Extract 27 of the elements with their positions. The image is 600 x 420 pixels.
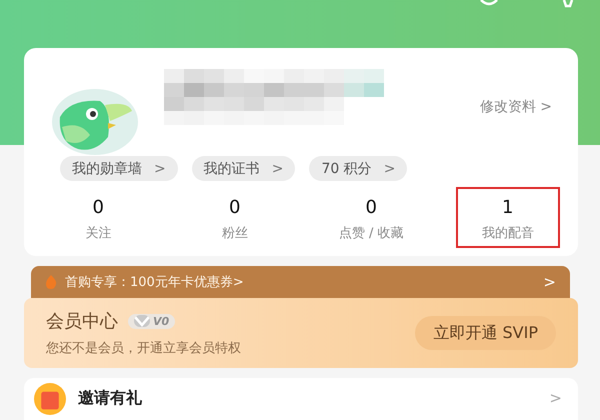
stat-value: 0	[92, 197, 104, 218]
flame-icon	[45, 275, 57, 289]
level-badge: V0	[128, 314, 176, 328]
menu-item[interactable]: 邀请有礼 >	[24, 378, 578, 420]
member-title: 会员中心	[46, 310, 118, 333]
shortcut-chip[interactable]: 70 积分 >	[309, 156, 408, 181]
shortcut-chip[interactable]: 我的证书 >	[192, 156, 296, 181]
stat-item[interactable]: 0 关注	[46, 187, 150, 248]
stat-label: 我的配音	[482, 225, 534, 242]
stat-value: 1	[502, 197, 514, 218]
edit-profile-link[interactable]: 修改资料 >	[480, 98, 552, 116]
stat-value: 0	[229, 197, 240, 218]
stat-label: 点赞 / 收藏	[338, 225, 404, 242]
promo-text: 首购专享：100元年卡优惠券>	[65, 274, 244, 291]
stat-item[interactable]: 0 粉丝	[182, 187, 287, 248]
stat-value: 0	[366, 197, 377, 218]
promo-banner[interactable]: 首购专享：100元年卡优惠券> >	[31, 266, 570, 298]
chevron-icon: >	[543, 273, 556, 291]
stat-item[interactable]: 0 点赞 / 收藏	[319, 187, 424, 248]
open-svip-button[interactable]: 立即开通 SVIP	[415, 316, 556, 350]
parrot-avatar-icon[interactable]	[50, 87, 140, 157]
stat-label: 关注	[85, 225, 112, 242]
envelope-icon	[34, 383, 66, 415]
stat-label: 粉丝	[222, 225, 248, 242]
shortcut-chip[interactable]: 我的勋章墙 >	[60, 156, 178, 181]
stat-item[interactable]: 1 我的配音	[456, 187, 560, 248]
member-subtitle: 您还不是会员，开通立享会员特权	[46, 340, 241, 357]
